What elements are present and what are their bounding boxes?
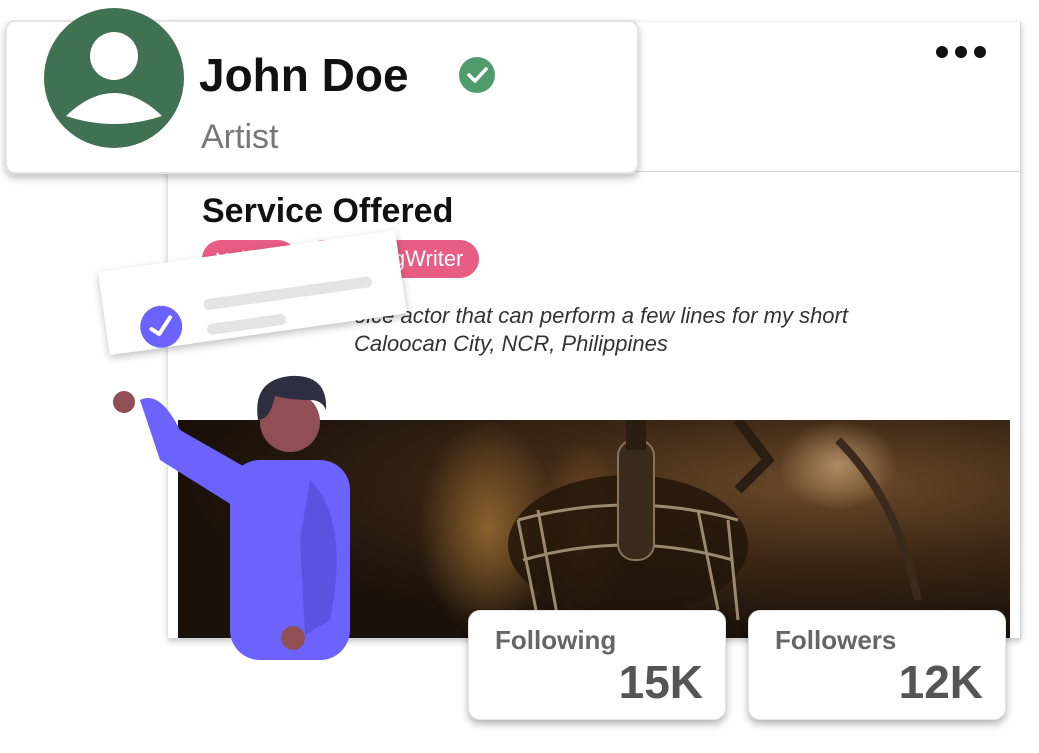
followers-stat-card[interactable]: Followers 12K (748, 610, 1006, 720)
avatar[interactable] (44, 8, 184, 148)
followers-label: Followers (775, 625, 897, 655)
following-count: 15K (618, 656, 703, 708)
user-avatar-icon (66, 32, 162, 124)
dot (955, 46, 967, 58)
followers-count: 12K (898, 656, 983, 708)
more-options-icon[interactable] (936, 46, 986, 58)
checkmark-icon (137, 303, 185, 351)
person-illustration (113, 375, 350, 660)
service-offered-title: Service Offered (202, 192, 454, 230)
location-text: Caloocan City, NCR, Philippines (354, 331, 668, 356)
service-description: oice actor that can perform a few lines … (354, 302, 994, 358)
following-stat-card[interactable]: Following 15K (468, 610, 726, 720)
profile-name: John Doe (199, 49, 409, 101)
placeholder-line (202, 276, 373, 311)
dot (974, 46, 986, 58)
verified-check-icon (459, 57, 495, 93)
description-text: oice actor that can perform a few lines … (354, 303, 848, 328)
profile-role: Artist (201, 118, 279, 156)
following-label: Following (495, 625, 617, 655)
profile-header-card: John Doe Artist (5, 8, 639, 174)
dot (936, 46, 948, 58)
